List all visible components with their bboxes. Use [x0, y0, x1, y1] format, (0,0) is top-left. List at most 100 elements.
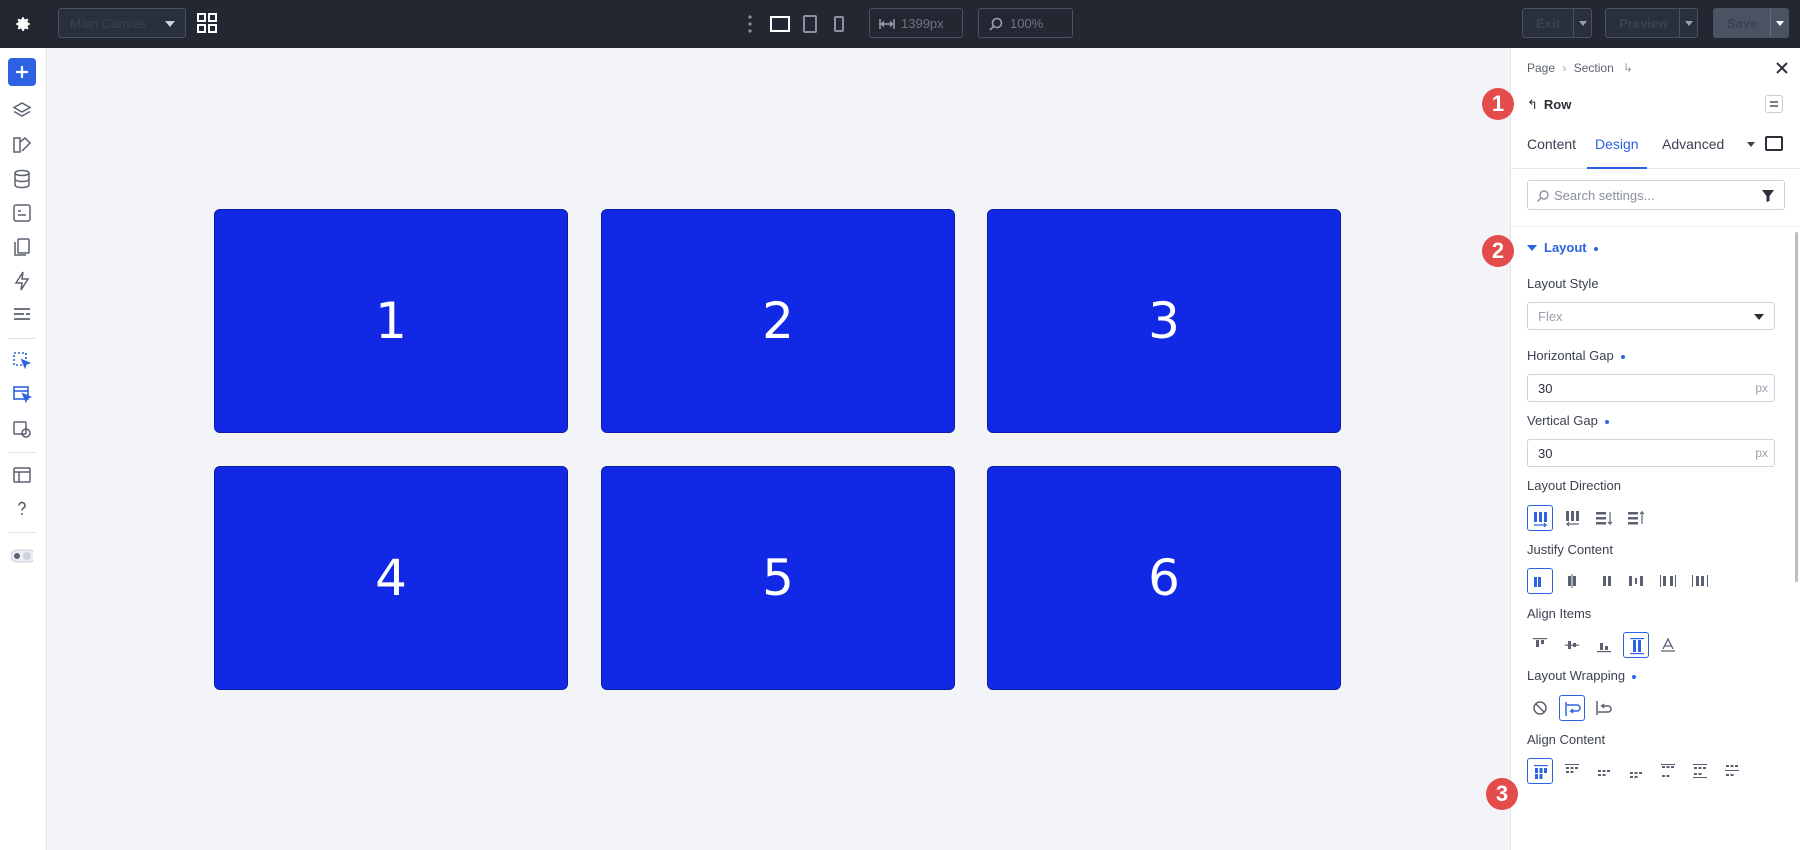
direction-column-button[interactable]	[1591, 505, 1617, 531]
filter-icon[interactable]	[1761, 189, 1775, 203]
exit-button[interactable]: Exit	[1522, 8, 1592, 38]
chevron-down-icon[interactable]	[1747, 142, 1755, 147]
align-content-end-button[interactable]	[1591, 758, 1617, 784]
align-stretch-button[interactable]	[1623, 632, 1649, 658]
pages-icon[interactable]	[11, 236, 33, 258]
horizontal-gap-unit[interactable]: px	[1755, 381, 1768, 395]
select-element-icon[interactable]	[11, 350, 33, 372]
back-arrow-icon: ↰	[1527, 97, 1538, 112]
more-vertical-icon[interactable]	[746, 14, 754, 34]
justify-space-around-button[interactable]	[1655, 568, 1681, 594]
preview-button[interactable]: Preview	[1605, 8, 1698, 38]
column-3[interactable]: 3	[987, 209, 1341, 433]
lightning-icon[interactable]	[11, 270, 33, 292]
search-settings-input[interactable]: Search settings...	[1527, 180, 1785, 210]
gear-icon[interactable]	[10, 11, 36, 37]
grid-icon[interactable]	[196, 12, 220, 36]
justify-center-button[interactable]	[1559, 568, 1585, 594]
canvas-area: 1 2 3 4 5 6	[47, 48, 1510, 850]
align-content-center-button[interactable]	[1559, 758, 1585, 784]
annotation-badge-3: 3	[1486, 778, 1518, 810]
justify-end-button[interactable]	[1591, 568, 1617, 594]
layout-wrapping-label-text: Layout Wrapping	[1527, 668, 1626, 683]
zoom-field[interactable]: 100%	[978, 8, 1073, 38]
chevron-down-icon[interactable]	[1685, 21, 1693, 26]
layout-section-title: Layout	[1544, 240, 1587, 255]
help-icon[interactable]	[11, 498, 33, 520]
add-element-button[interactable]	[8, 58, 36, 86]
element-name: Row	[1543, 97, 1572, 112]
chevron-down-icon[interactable]	[1776, 21, 1784, 26]
no-wrap-button[interactable]	[1527, 695, 1553, 721]
justify-space-evenly-button[interactable]	[1687, 568, 1713, 594]
layout-style-label: Layout Style	[1527, 276, 1599, 291]
direction-row-reverse-button[interactable]	[1559, 505, 1585, 531]
caret-down-icon[interactable]	[1527, 245, 1537, 251]
desktop-view-icon[interactable]	[768, 12, 792, 36]
element-title[interactable]: ↰ Row	[1527, 97, 1571, 113]
toggle-icon[interactable]	[10, 544, 36, 566]
breadcrumb-page[interactable]: Page	[1527, 61, 1555, 75]
breadcrumb-section[interactable]: Section	[1574, 61, 1614, 75]
horizontal-gap-value: 30	[1538, 381, 1553, 396]
scrollbar[interactable]	[1795, 232, 1798, 582]
form-icon[interactable]	[11, 202, 33, 224]
chevron-down-icon[interactable]	[1579, 21, 1587, 26]
close-icon[interactable]	[1774, 60, 1790, 76]
divider	[8, 452, 36, 453]
justify-space-between-button[interactable]	[1623, 568, 1649, 594]
align-content-stretch-button[interactable]	[1719, 758, 1745, 784]
database-icon[interactable]	[11, 168, 33, 190]
align-start-button[interactable]	[1527, 632, 1553, 658]
direction-column-reverse-button[interactable]	[1623, 505, 1649, 531]
wrap-button[interactable]	[1559, 695, 1585, 721]
theme-builder-icon[interactable]	[11, 134, 33, 156]
wrap-reverse-button[interactable]	[1591, 695, 1617, 721]
split-divider	[1770, 9, 1771, 37]
left-sidebar	[0, 48, 47, 850]
save-button-label: Save	[1727, 16, 1758, 31]
phone-view-icon[interactable]	[827, 12, 851, 36]
direction-row-button[interactable]	[1527, 505, 1553, 531]
align-center-button[interactable]	[1559, 632, 1585, 658]
column-6[interactable]: 6	[987, 466, 1341, 690]
vertical-gap-unit[interactable]: px	[1755, 446, 1768, 460]
frame-icon[interactable]	[1765, 136, 1783, 151]
tablet-view-icon[interactable]	[798, 12, 822, 36]
panel-tabs: Content Design Advanced	[1511, 132, 1800, 169]
select-multiple-icon[interactable]	[11, 384, 33, 406]
vertical-gap-value: 30	[1538, 446, 1553, 461]
settings-panel: Page › Section ↳ ↰ Row Content Design Adv…	[1510, 48, 1800, 850]
settings-list-icon[interactable]	[11, 304, 33, 326]
chevron-down-icon	[165, 21, 175, 27]
align-end-button[interactable]	[1591, 632, 1617, 658]
align-content-space-between-button[interactable]	[1623, 758, 1649, 784]
presets-icon[interactable]	[11, 418, 33, 440]
save-button[interactable]: Save	[1713, 8, 1789, 38]
layout-section-toggle[interactable]: Layout	[1544, 240, 1598, 255]
element-options-icon[interactable]	[1765, 95, 1783, 113]
canvas-width-field[interactable]: 1399px	[869, 8, 963, 38]
align-content-space-evenly-button[interactable]	[1687, 758, 1713, 784]
align-content-space-around-button[interactable]	[1655, 758, 1681, 784]
breadcrumb: Page › Section ↳	[1527, 61, 1633, 75]
horizontal-gap-label: Horizontal Gap	[1527, 348, 1625, 363]
column-2[interactable]: 2	[601, 209, 955, 433]
tab-advanced[interactable]: Advanced	[1662, 132, 1724, 167]
column-1[interactable]: 1	[214, 209, 568, 433]
plus-icon	[16, 66, 28, 78]
layout-style-select[interactable]: Flex	[1527, 302, 1775, 330]
return-icon: ↳	[1623, 61, 1634, 75]
column-5[interactable]: 5	[601, 466, 955, 690]
tab-design[interactable]: Design	[1587, 132, 1647, 169]
tab-content[interactable]: Content	[1527, 132, 1576, 167]
align-baseline-button[interactable]	[1655, 632, 1681, 658]
vertical-gap-input[interactable]: 30 px	[1527, 439, 1775, 467]
justify-start-button[interactable]	[1527, 568, 1553, 594]
align-content-start-button[interactable]	[1527, 758, 1553, 784]
library-icon[interactable]	[11, 464, 33, 486]
layers-icon[interactable]	[11, 100, 33, 122]
column-4[interactable]: 4	[214, 466, 568, 690]
canvas-select[interactable]: Main Canvas	[58, 8, 186, 38]
horizontal-gap-input[interactable]: 30 px	[1527, 374, 1775, 402]
